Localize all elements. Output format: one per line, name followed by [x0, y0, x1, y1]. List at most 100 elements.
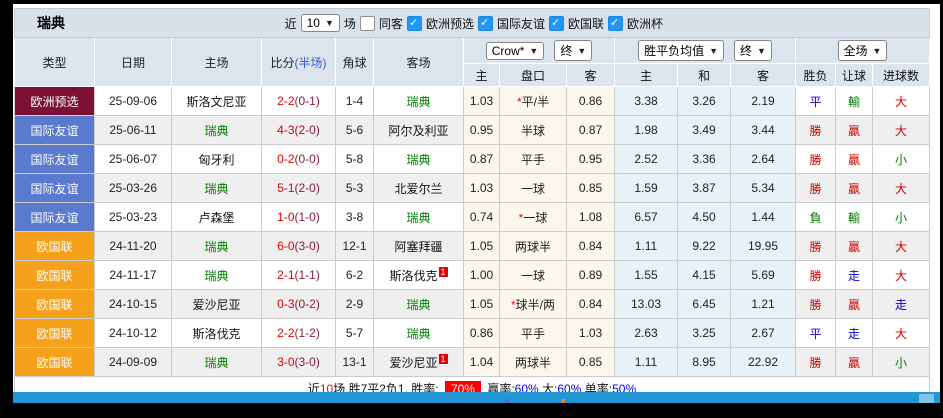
odds-away: 1.08 [566, 202, 615, 232]
away-team: 瑞典 [373, 318, 464, 348]
goals-flag: 大 [872, 231, 930, 261]
goals-flag: 大 [872, 173, 930, 203]
avg-away: 2.19 [730, 86, 796, 116]
avg-draw: 3.49 [677, 115, 731, 145]
match-row: 国际友谊 25-06-07 匈牙利 0-2(0-0) 5-8 瑞典 0.87 平… [14, 144, 930, 174]
result-flag: 勝 [795, 260, 836, 290]
result-flag: 負 [795, 202, 836, 232]
goals-flag: 大 [872, 260, 930, 290]
halftime-score: (1-2) [294, 326, 320, 340]
home-team: 匈牙利 [171, 144, 262, 174]
result-flag: 平 [795, 318, 836, 348]
match-score: 0-2(0-0) [261, 144, 336, 174]
halftime-score: (1-1) [294, 268, 320, 282]
avg-type-select[interactable]: 胜平负均值 ▼ [638, 40, 724, 61]
odds-away: 0.87 [566, 115, 615, 145]
home-team: 瑞典 [171, 260, 262, 290]
match-history-panel: 瑞典 近 10▼ 场 同客 欧洲预选 国际友谊 欧国联 欧洲杯 类型 日期 主场… [13, 4, 940, 403]
filter-label-euro-qualifier: 欧洲预选 [425, 16, 474, 31]
match-row: 国际友谊 25-06-11 瑞典 4-3(2-0) 5-6 阿尔及利亚 0.95… [14, 115, 930, 145]
handicap-line: 两球半 [499, 231, 567, 261]
avg-state-select[interactable]: 终 ▼ [734, 40, 772, 61]
match-row: 国际友谊 25-03-23 卢森堡 1-0(1-0) 3-8 瑞典 0.74 *… [14, 202, 930, 232]
filter-checkbox-friendly[interactable] [477, 15, 493, 31]
match-date: 25-09-06 [94, 86, 172, 116]
goals-flag: 大 [872, 318, 930, 348]
avg-away: 2.67 [730, 318, 796, 348]
odds-home: 1.03 [463, 173, 500, 203]
match-row: 欧国联 24-10-12 斯洛伐克 2-2(1-2) 5-7 瑞典 0.86 平… [14, 318, 930, 348]
halftime-score: (2-0) [294, 123, 320, 137]
odds-away: 0.95 [566, 144, 615, 174]
team-title: 瑞典 [37, 15, 65, 31]
col-header-result: 胜负 [795, 63, 836, 87]
avg-home: 1.11 [614, 231, 678, 261]
avg-home: 1.11 [614, 347, 678, 377]
col-header-odds-away: 客 [566, 63, 615, 87]
avg-draw: 3.25 [677, 318, 731, 348]
handicap-line: 一球 [499, 173, 567, 203]
home-team: 瑞典 [171, 347, 262, 377]
avg-away: 1.44 [730, 202, 796, 232]
match-row: 国际友谊 25-03-26 瑞典 5-1(2-0) 5-3 北爱尔兰 1.03 … [14, 173, 930, 203]
halftime-score: (3-0) [294, 239, 320, 253]
odds-home: 0.74 [463, 202, 500, 232]
result-flag: 勝 [795, 231, 836, 261]
home-team: 斯洛伐克 [171, 318, 262, 348]
halftime-score: (2-0) [294, 181, 320, 195]
handicap-result-flag: 輸 [835, 202, 873, 232]
scrollbar-thumb[interactable] [919, 394, 934, 403]
match-score: 0-3(0-2) [261, 289, 336, 319]
handicap-line: 一球 [499, 260, 567, 290]
fulltime-score: 0-2 [277, 152, 295, 166]
match-date: 24-10-15 [94, 289, 172, 319]
halftime-score: (3-0) [294, 355, 320, 369]
avg-home: 2.63 [614, 318, 678, 348]
matches-count-select[interactable]: 10 ▼ [300, 14, 340, 32]
odds-home: 1.00 [463, 260, 500, 290]
match-score: 4-3(2-0) [261, 115, 336, 145]
avg-home: 1.98 [614, 115, 678, 145]
handicap-result-flag: 走 [835, 260, 873, 290]
match-type-badge: 欧国联 [14, 231, 95, 261]
filter-checkbox-euro-qualifier[interactable] [406, 15, 422, 31]
match-date: 24-11-20 [94, 231, 172, 261]
handicap-result-flag: 贏 [835, 115, 873, 145]
odds-home: 1.03 [463, 86, 500, 116]
chevron-down-icon: ▼ [324, 18, 334, 28]
match-row: 欧洲预选 25-09-06 斯洛文尼亚 2-2(0-1) 1-4 瑞典 1.03… [14, 86, 930, 116]
match-type-badge: 欧国联 [14, 347, 95, 377]
avg-draw: 3.26 [677, 86, 731, 116]
chevron-down-icon: ▼ [757, 45, 766, 56]
match-score: 5-1(2-0) [261, 173, 336, 203]
filter-checkbox-euro-cup[interactable] [607, 15, 623, 31]
handicap-line: 平手 [499, 144, 567, 174]
away-team: 北爱尔兰 [373, 173, 464, 203]
match-date: 24-09-09 [94, 347, 172, 377]
match-type-badge: 欧国联 [14, 318, 95, 348]
odds-company-select[interactable]: Crow* ▼ [485, 41, 545, 60]
avg-away: 3.44 [730, 115, 796, 145]
col-header-type: 类型 [14, 37, 95, 87]
fulltime-score: 1-0 [277, 210, 295, 224]
same-away-checkbox[interactable] [359, 15, 375, 31]
avg-away: 5.69 [730, 260, 796, 290]
filter-checkbox-nations-league[interactable] [548, 15, 564, 31]
chevron-down-icon: ▼ [577, 45, 587, 56]
odds-state-select[interactable]: 终 ▼ [554, 40, 593, 61]
match-score: 3-0(3-0) [261, 347, 336, 377]
col-header-avg-home: 主 [614, 63, 678, 87]
match-date: 25-06-07 [94, 144, 172, 174]
scope-select[interactable]: 全场 ▼ [837, 40, 888, 61]
away-team: 斯洛伐克 1 [373, 260, 464, 290]
bottom-scroll-bar[interactable] [13, 392, 940, 403]
corner-count: 12-1 [335, 231, 374, 261]
match-type-badge: 欧洲预选 [14, 86, 95, 116]
col-header-date: 日期 [94, 37, 172, 87]
away-team: 阿塞拜疆 [373, 231, 464, 261]
match-row: 欧国联 24-11-17 瑞典 2-1(1-1) 6-2 斯洛伐克 1 1.00 … [14, 260, 930, 290]
halftime-score: (1-0) [294, 210, 320, 224]
col-header-score-half: (半场) [294, 55, 327, 70]
home-team: 瑞典 [171, 115, 262, 145]
result-flag: 勝 [795, 289, 836, 319]
